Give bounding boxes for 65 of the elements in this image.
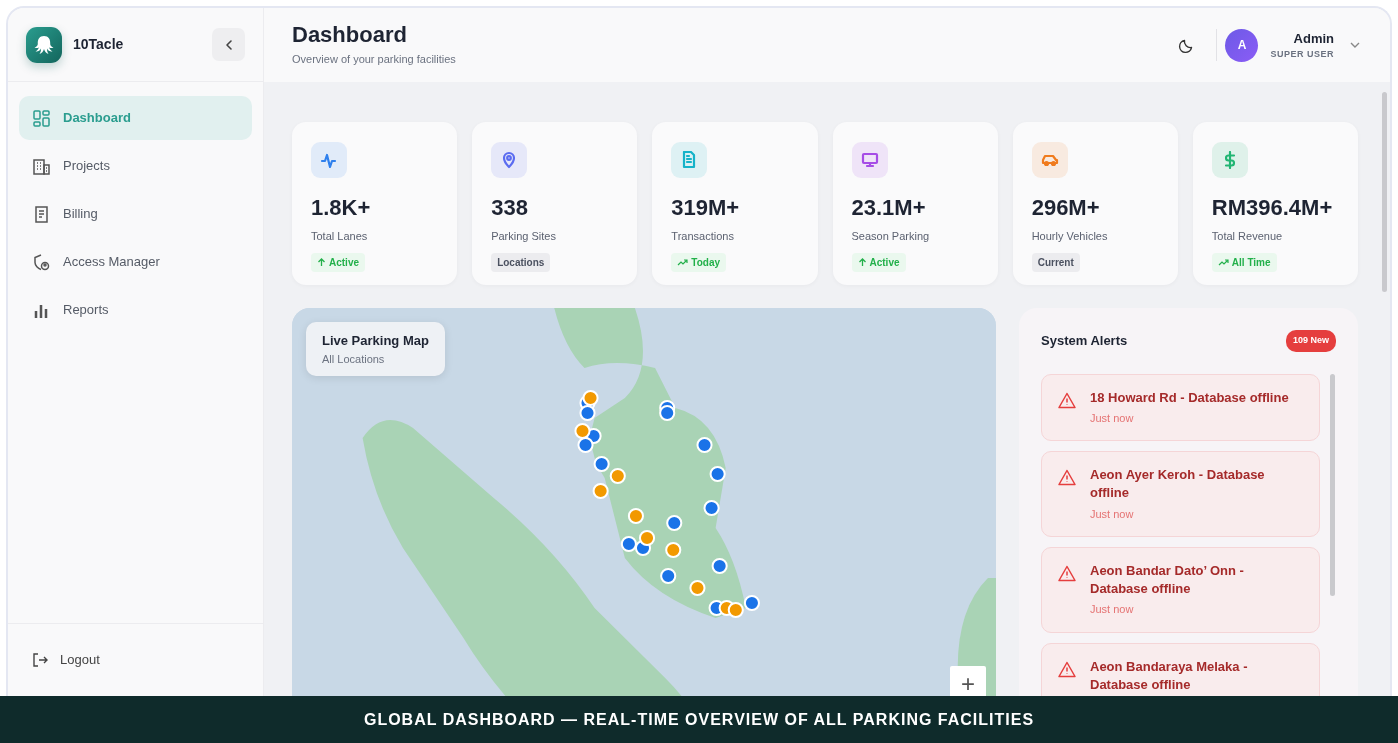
- alert-count-badge: 109 New: [1285, 330, 1336, 352]
- collapse-sidebar-button[interactable]: [212, 28, 245, 61]
- sidebar-item[interactable]: Projects: [19, 144, 252, 188]
- stat-value: 23.1M+: [851, 196, 927, 221]
- sidebar-item[interactable]: Reports: [19, 288, 252, 332]
- alert-title: 18 Howard Rd - Database offline: [1090, 388, 1289, 407]
- zoom-in-button[interactable]: +: [950, 666, 986, 696]
- alert-title: Aeon Ayer Keroh - Database offline: [1090, 466, 1266, 503]
- warning-icon: [1058, 469, 1076, 487]
- shield-user-icon: [33, 253, 50, 271]
- arrow-up-icon: [317, 257, 326, 267]
- scrollbar[interactable]: [1382, 92, 1387, 292]
- stat-label: Season Parking: [851, 229, 931, 245]
- page-title: Dashboard: [292, 22, 408, 47]
- caption-banner: GLOBAL DASHBOARD — REAL-TIME OVERVIEW OF ALL PARKING FACILITIES: [0, 696, 1398, 743]
- alert-item[interactable]: Aeon Ayer Keroh - Database offline Just now: [1041, 451, 1320, 538]
- warning-icon: [1058, 391, 1076, 409]
- stat-badge: Current: [1031, 252, 1080, 272]
- map-title: Live Parking Map: [322, 332, 429, 350]
- sidebar-item[interactable]: Billing: [19, 192, 252, 236]
- stat-label: Total Lanes: [311, 229, 369, 245]
- alert-title: Aeon Bandar Dato’ Onn - Database offline: [1090, 562, 1245, 599]
- stat-badge: Locations: [491, 252, 551, 272]
- scrollbar[interactable]: [1330, 373, 1335, 596]
- alerts-title: System Alerts: [1041, 332, 1128, 350]
- logout-button[interactable]: Logout: [26, 646, 106, 674]
- building-icon: [33, 157, 50, 175]
- stat-value: 338: [491, 196, 529, 221]
- stat-label: Parking Sites: [491, 229, 557, 245]
- alert-time: Just now: [1090, 602, 1135, 618]
- stat-badge: All Time: [1211, 252, 1277, 272]
- map-subtitle: All Locations: [322, 351, 386, 367]
- stat-label: Hourly Vehicles: [1031, 229, 1109, 245]
- arrow-up-icon: [857, 257, 867, 267]
- trend-up-icon: [677, 258, 689, 267]
- grid-icon: [33, 109, 50, 127]
- stat-label: Transactions: [671, 229, 735, 245]
- user-name: Admin: [1292, 29, 1334, 48]
- stat-badge: Active: [311, 252, 365, 272]
- stat-value: 319M+: [671, 196, 741, 221]
- map[interactable]: Live Parking Map All Locations +: [292, 308, 996, 696]
- caret-icon[interactable]: [1350, 41, 1360, 49]
- logout-icon: [32, 652, 48, 668]
- stat-value: RM396.4M+: [1211, 196, 1334, 221]
- brand-name: 10Tacle: [73, 35, 125, 54]
- sidebar-item[interactable]: Access Manager: [19, 240, 252, 284]
- stat-value: 296M+: [1031, 196, 1101, 221]
- stat-value: 1.8K+: [311, 196, 372, 221]
- stat-badge: Active: [851, 252, 906, 272]
- alert-title: Aeon Bandaraya Melaka - Database offline: [1090, 657, 1249, 695]
- stat-badge: Today: [671, 252, 727, 272]
- receipt-icon: [33, 205, 50, 223]
- user-role: SUPER USER: [1270, 48, 1334, 61]
- alert-time: Just now: [1090, 410, 1135, 426]
- octopus-logo-icon: [26, 26, 62, 63]
- page-subtitle: Overview of your parking facilities: [292, 51, 457, 67]
- warning-icon: [1058, 565, 1076, 583]
- trend-up-icon: [1217, 258, 1229, 267]
- alert-time: Just now: [1090, 506, 1135, 522]
- alert-item[interactable]: Aeon Bandaraya Melaka - Database offline: [1041, 642, 1320, 696]
- stat-label: Total Revenue: [1211, 229, 1284, 245]
- alert-item[interactable]: Aeon Bandar Dato’ Onn - Database offline Just now: [1041, 547, 1320, 633]
- warning-icon: [1058, 660, 1076, 678]
- alert-item[interactable]: 18 Howard Rd - Database offline Just now: [1041, 373, 1320, 442]
- user-avatar[interactable]: A: [1225, 28, 1259, 62]
